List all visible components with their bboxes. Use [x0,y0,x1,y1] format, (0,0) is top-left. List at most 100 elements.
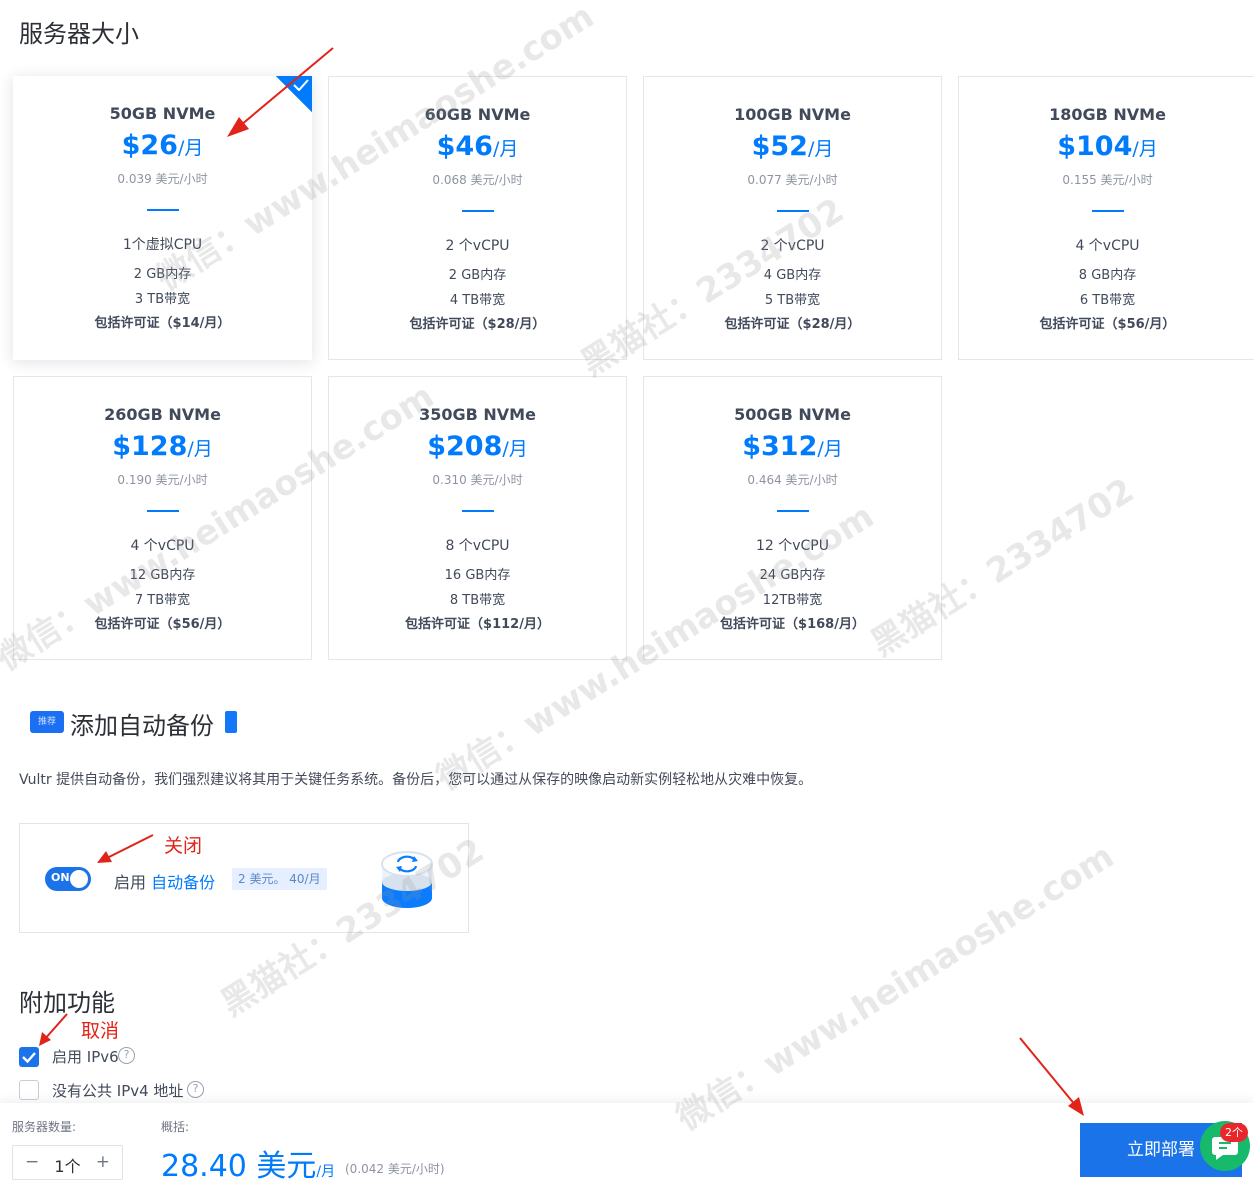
plan-cpu: 4 个vCPU [1075,238,1140,254]
plan-divider [146,510,179,512]
plan-card-100gb[interactable]: 100GB NVMe $52/月 0.077 美元/小时 2 个vCPU 4 G… [643,76,942,360]
plan-price-period: /月 [502,438,528,460]
plan-price-period: /月 [187,438,213,460]
plan-cpu: 8 个vCPU [445,538,510,554]
plan-license: 包括许可证（$112/月） [405,617,550,632]
plan-hourly: 0.068 美元/小时 [432,173,523,187]
plan-hourly: 0.190 美元/小时 [117,473,208,487]
plan-price-amount: $128 [112,431,188,462]
no-ipv4-help-icon[interactable]: ? [187,1081,204,1098]
plan-price: $104/月 [959,131,1254,162]
plan-hourly: 0.077 美元/小时 [747,173,838,187]
plan-ram: 16 GB内存 [444,568,511,583]
plan-divider [461,510,494,512]
ipv6-help-icon[interactable]: ? [118,1047,135,1064]
annotation-cancel-label: 取消 [81,1020,120,1042]
backup-disk-icon [381,851,433,908]
plan-name: 350GB NVMe [419,405,536,424]
plan-price-period: /月 [807,138,834,160]
backup-enable-label: 启用 自动备份 [114,869,215,893]
backup-link[interactable]: 自动备份 [151,873,215,892]
plan-license: 包括许可证（$168/月） [720,617,865,632]
plan-price: $208/月 [329,431,626,462]
plan-divider [146,209,179,211]
checkmark-icon [22,1052,36,1064]
plan-name: 60GB NVMe [424,105,531,124]
plan-hourly: 0.310 美元/小时 [432,473,523,487]
plan-card-500gb[interactable]: 500GB NVMe $312/月 0.464 美元/小时 12 个vCPU 2… [643,376,942,660]
annotation-arrow-toggle [97,834,154,863]
backup-toggle[interactable]: ON [45,867,91,891]
summary-total: 28.40 美元/月 [161,1141,335,1182]
plan-price: $46/月 [329,131,626,162]
backup-price-chip: 2 美元。 40/月 [232,868,327,890]
recommended-tag: 推荐 [30,711,64,733]
backup-title: 添加自动备份 [70,712,214,740]
annotation-arrow-plan [227,47,334,137]
plan-hourly: 0.039 美元/小时 [117,172,208,186]
plan-ram: 8 GB内存 [1078,268,1137,283]
plan-price: $128/月 [14,431,311,462]
annotation-close-label: 关闭 [164,835,203,857]
plan-card-180gb[interactable]: 180GB NVMe $104/月 0.155 美元/小时 4 个vCPU 8 … [958,76,1254,360]
summary-total-period: /月 [316,1164,336,1180]
plan-ram: 12 GB内存 [129,568,196,583]
plan-name: 100GB NVMe [734,105,851,124]
plan-ram: 2 GB内存 [448,268,507,283]
no-ipv4-label: 没有公共 IPv4 地址 [52,1082,184,1100]
plan-divider [776,210,809,212]
plan-card-260gb[interactable]: 260GB NVMe $128/月 0.190 美元/小时 4 个vCPU 12… [13,376,312,660]
qty-increment-button[interactable]: + [96,1152,110,1172]
plan-ram: 2 GB内存 [133,267,192,282]
summary-label: 概括: [161,1120,190,1134]
ipv6-checkbox[interactable] [19,1047,39,1067]
plan-price-amount: $46 [436,131,493,162]
plan-bandwidth: 6 TB带宽 [1079,293,1136,308]
plan-bandwidth: 5 TB带宽 [764,293,821,308]
backup-enable-prefix: 启用 [114,873,147,892]
plan-divider [461,210,494,212]
plan-license: 包括许可证（$28/月） [409,317,546,332]
plan-license: 包括许可证（$28/月） [724,317,861,332]
plan-cpu: 2 个vCPU [760,238,825,254]
server-size-title: 服务器大小 [19,20,139,48]
plan-price-amount: $312 [742,431,818,462]
plan-cpu: 4 个vCPU [130,538,195,554]
plan-bandwidth: 8 TB带宽 [449,593,506,608]
backup-option-box: ON 启用 自动备份 2 美元。 40/月 [19,823,469,933]
plan-price-amount: $208 [427,431,503,462]
plan-card-60gb[interactable]: 60GB NVMe $46/月 0.068 美元/小时 2 个vCPU 2 GB… [328,76,627,360]
plan-price: $312/月 [644,431,941,462]
server-qty-label: 服务器数量: [12,1120,77,1134]
plan-divider [776,510,809,512]
plan-price-amount: $52 [751,131,808,162]
plan-cpu: 1个虚拟CPU [122,237,203,253]
backup-description: Vultr 提供自动备份，我们强烈建议将其用于关键任务系统。备份后，您可以通过从… [19,772,813,788]
no-ipv4-checkbox[interactable] [19,1080,39,1100]
annotation-arrow-deploy [1019,1037,1084,1116]
plan-hourly: 0.464 美元/小时 [747,473,838,487]
plan-license: 包括许可证（$14/月） [94,316,231,331]
plan-bandwidth: 7 TB带宽 [134,593,191,608]
plan-divider [1091,210,1124,212]
plan-price-amount: $26 [121,130,178,161]
plan-price-period: /月 [492,138,519,160]
plan-card-350gb[interactable]: 350GB NVMe $208/月 0.310 美元/小时 8 个vCPU 16… [328,376,627,660]
server-qty-stepper: − 1个 + [12,1145,123,1180]
plan-name: 500GB NVMe [734,405,851,424]
plan-bandwidth: 3 TB带宽 [134,292,191,307]
plan-ram: 4 GB内存 [763,268,822,283]
plan-price-period: /月 [1132,138,1158,160]
plan-price-period: /月 [177,137,204,159]
plan-name: 260GB NVMe [104,405,221,424]
plan-bandwidth: 4 TB带宽 [449,293,506,308]
plan-cpu: 12 个vCPU [755,538,829,554]
deploy-page: 服务器大小 50GB NVMe $26/月 0.039 美元/小时 1个虚拟CP… [0,0,1254,1182]
plan-hourly: 0.155 美元/小时 [1062,173,1153,187]
annotation-arrow-ipv6 [39,1013,68,1046]
ipv6-label: 启用 IPv6 [52,1048,119,1066]
plan-cpu: 2 个vCPU [445,238,510,254]
plan-price-amount: $104 [1057,131,1133,162]
plan-price: $52/月 [644,131,941,162]
plan-name: 180GB NVMe [1049,105,1166,124]
